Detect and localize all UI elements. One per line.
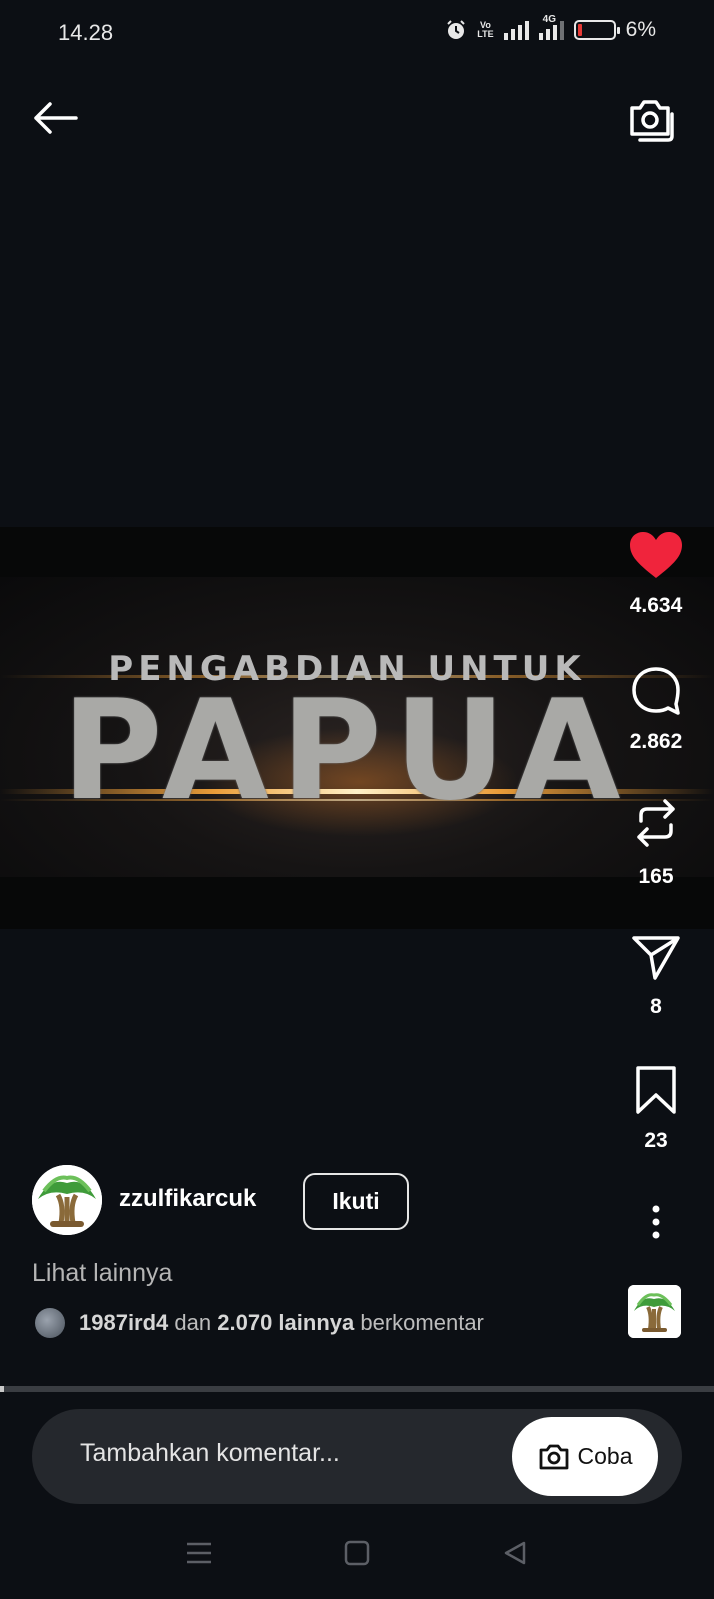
- tree-logo-icon: [32, 1165, 102, 1235]
- comment-button[interactable]: 2.862: [626, 664, 686, 754]
- status-icons: Vo LTE 4G 6%: [445, 14, 656, 42]
- comment-bar: Coba: [32, 1409, 682, 1504]
- like-count: 4.634: [629, 594, 683, 617]
- repost-icon: [637, 799, 675, 847]
- system-back-button[interactable]: [502, 1540, 528, 1571]
- share-count: 8: [650, 995, 662, 1018]
- try-label: Coba: [577, 1443, 633, 1469]
- comment-count: 2.862: [629, 730, 683, 753]
- commenter-username: 1987ird4: [79, 1310, 169, 1335]
- author-username[interactable]: zzulfikarcuk: [119, 1185, 256, 1213]
- heart-icon: [630, 532, 682, 578]
- follow-button[interactable]: Ikuti: [303, 1173, 409, 1230]
- video-progress-bar[interactable]: [0, 1386, 714, 1392]
- home-square-icon: [344, 1540, 370, 1565]
- commenters-summary[interactable]: 1987ird4 dan 2.070 lainnya berkomentar: [35, 1308, 484, 1338]
- recents-button[interactable]: [186, 1541, 212, 1570]
- back-triangle-icon: [504, 1541, 526, 1564]
- bookmark-icon: [636, 1066, 676, 1114]
- commenter-avatar: [35, 1308, 65, 1338]
- arrow-left-icon: [34, 102, 78, 134]
- try-camera-button[interactable]: Coba: [512, 1417, 658, 1496]
- home-button[interactable]: [344, 1540, 370, 1571]
- signal-1-icon: [503, 20, 529, 40]
- tree-logo-icon: [628, 1285, 681, 1338]
- like-button[interactable]: 4.634: [626, 530, 686, 618]
- system-nav-bar: [0, 1525, 714, 1585]
- battery-percent: 6%: [625, 18, 656, 41]
- share-button[interactable]: 8: [626, 933, 686, 1019]
- more-vertical-icon: [652, 1205, 660, 1239]
- comment-bubble-icon: [632, 667, 680, 715]
- commenter-suffix: berkomentar: [360, 1310, 484, 1335]
- camera-icon: [539, 1444, 568, 1469]
- video-progress-fill: [0, 1386, 4, 1392]
- more-options-button[interactable]: [626, 1205, 686, 1239]
- camera-switch-icon: [630, 100, 674, 142]
- back-button[interactable]: [32, 100, 78, 141]
- signal-2-icon: 4G: [538, 14, 564, 40]
- video-frame: PENGABDIAN UNTUK PAPUA: [0, 577, 714, 877]
- status-time: 14.28: [58, 20, 114, 45]
- menu-icon: [187, 1542, 211, 1563]
- commenter-others: 2.070 lainnya: [217, 1310, 355, 1335]
- commenter-conjunction: dan: [174, 1310, 212, 1335]
- video-player[interactable]: PENGABDIAN UNTUK PAPUA: [0, 527, 714, 929]
- video-title: PAPUA: [61, 670, 633, 831]
- audio-thumbnail[interactable]: [628, 1285, 681, 1338]
- comment-input[interactable]: [80, 1439, 500, 1468]
- save-button[interactable]: 23: [626, 1065, 686, 1153]
- repost-count: 165: [638, 865, 674, 888]
- author-avatar[interactable]: [32, 1165, 102, 1235]
- send-icon: [632, 936, 680, 980]
- battery-icon: [573, 20, 620, 40]
- save-count: 23: [644, 1129, 668, 1152]
- see-more-link[interactable]: Lihat lainnya: [32, 1259, 172, 1288]
- alarm-icon: [447, 20, 466, 39]
- volte-indicator: Vo LTE: [477, 20, 494, 39]
- repost-button[interactable]: 165: [626, 795, 686, 889]
- camera-button[interactable]: [626, 96, 674, 147]
